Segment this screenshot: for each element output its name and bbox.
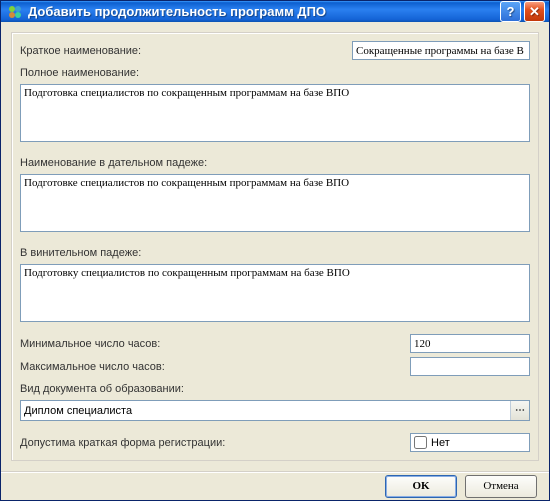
app-icon <box>7 4 23 20</box>
short-registration-field[interactable]: Нет <box>410 433 530 452</box>
short-registration-text: Нет <box>431 437 450 449</box>
max-hours-field[interactable] <box>410 357 530 376</box>
dialog-window: Добавить продолжительность программ ДПО … <box>0 0 550 501</box>
dialog-footer: OK Отмена <box>1 471 549 500</box>
form-group: Краткое наименование: Полное наименовани… <box>11 32 539 461</box>
ok-button[interactable]: OK <box>385 475 457 498</box>
max-hours-label: Максимальное число часов: <box>20 361 165 373</box>
short-registration-checkbox[interactable] <box>414 436 427 449</box>
min-hours-label: Минимальное число часов: <box>20 338 160 350</box>
help-button[interactable]: ? <box>500 1 521 22</box>
cancel-button[interactable]: Отмена <box>465 475 537 498</box>
accusative-label: В винительном падеже: <box>20 247 141 259</box>
doc-type-label: Вид документа об образовании: <box>20 383 184 395</box>
full-name-textarea[interactable] <box>20 84 530 142</box>
close-button[interactable]: ✕ <box>524 1 545 22</box>
short-name-field[interactable] <box>352 41 530 60</box>
full-name-label: Полное наименование: <box>20 67 139 79</box>
title-bar: Добавить продолжительность программ ДПО … <box>1 1 549 22</box>
dative-label: Наименование в дательном падеже: <box>20 157 207 169</box>
short-registration-label: Допустима краткая форма регистрации: <box>20 437 225 449</box>
dative-textarea[interactable] <box>20 174 530 232</box>
doc-type-combo[interactable]: Диплом специалиста ⋯ <box>20 400 530 421</box>
min-hours-field[interactable] <box>410 334 530 353</box>
title-buttons: ? ✕ <box>500 1 545 22</box>
doc-type-value: Диплом специалиста <box>21 405 510 417</box>
ellipsis-icon[interactable]: ⋯ <box>510 401 529 420</box>
dialog-body: Краткое наименование: Полное наименовани… <box>1 22 549 471</box>
window-title: Добавить продолжительность программ ДПО <box>28 4 500 19</box>
short-name-label: Краткое наименование: <box>20 45 141 57</box>
accusative-textarea[interactable] <box>20 264 530 322</box>
